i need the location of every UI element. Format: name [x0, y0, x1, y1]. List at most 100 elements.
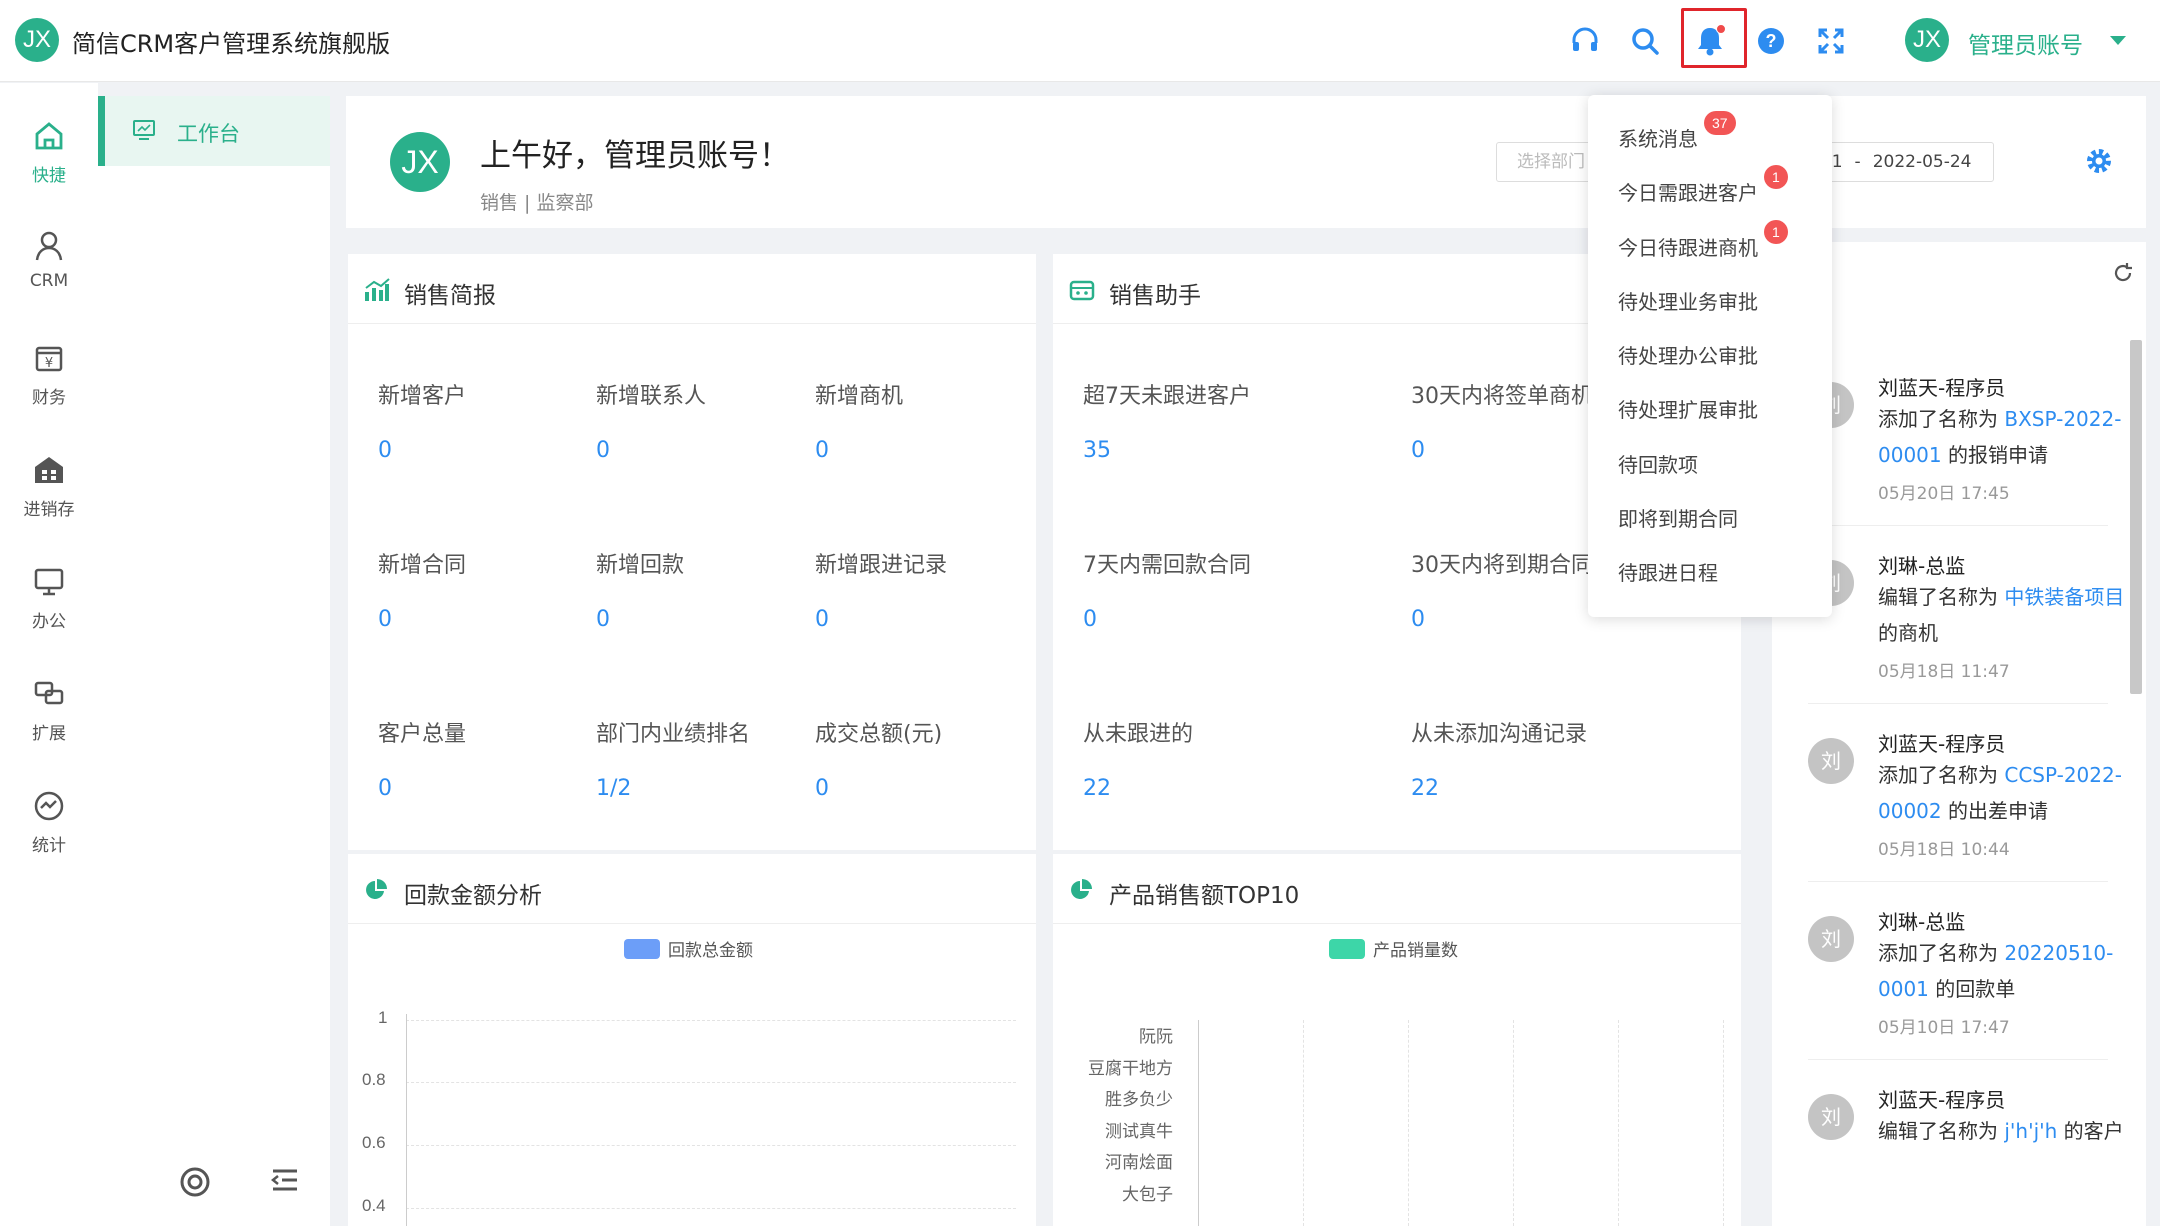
activity-body: 刘蓝天-程序员 编辑了名称为 j'h'j'h 的客户	[1878, 1084, 2128, 1155]
activity-link[interactable]: j'h'j'h	[2004, 1119, 2057, 1143]
nav-item-crm[interactable]: CRM	[0, 229, 98, 329]
stat-value[interactable]: 22	[1083, 776, 1193, 801]
help-icon[interactable]: ?	[1752, 22, 1790, 60]
stat-label: 30天内将签单商机	[1411, 384, 1593, 409]
nav-item-extend[interactable]: 扩展	[0, 677, 98, 777]
stat-no-communication[interactable]: 从未添加沟通记录 22	[1411, 716, 1587, 801]
notification-label: 系统消息	[1618, 127, 1698, 151]
stat-value[interactable]: 35	[1083, 438, 1251, 463]
user-avatar[interactable]: JX	[1905, 18, 1949, 62]
stat-never-followed[interactable]: 从未跟进的 22	[1083, 716, 1193, 801]
notification-expiring-contracts[interactable]: 即将到期合同	[1618, 503, 1738, 532]
stat-label: 超7天未跟进客户	[1083, 384, 1251, 409]
nav-item-finance[interactable]: ¥ 财务	[0, 341, 98, 441]
stat-30day-expiring[interactable]: 30天内将到期合同 0	[1411, 547, 1593, 632]
stat-new-contracts[interactable]: 新增合同 0	[378, 547, 466, 632]
stat-label: 客户总量	[378, 722, 467, 747]
stat-7day-payment[interactable]: 7天内需回款合同 0	[1083, 547, 1251, 632]
notification-business-approval[interactable]: 待处理业务审批	[1618, 286, 1758, 315]
svg-text:¥: ¥	[45, 356, 53, 371]
card-title: 销售简报	[404, 283, 496, 309]
stat-value[interactable]: 0	[1411, 607, 1593, 632]
card-title: 产品销售额TOP10	[1109, 883, 1300, 909]
notification-today-customers[interactable]: 今日需跟进客户 1	[1618, 165, 1788, 206]
stat-label: 从未添加沟通记录	[1411, 722, 1588, 747]
notification-pending-schedule[interactable]: 待跟进日程	[1618, 557, 1718, 586]
activity-time: 05月18日 10:44	[1878, 840, 2010, 860]
stat-total-deals[interactable]: 成交总额(元) 0	[815, 716, 942, 801]
stat-new-customers[interactable]: 新增客户 0	[378, 378, 466, 463]
category-label: 胜多负少	[1105, 1090, 1173, 1110]
nav-label: 扩展	[32, 724, 66, 744]
refresh-icon[interactable]	[2112, 262, 2134, 288]
stat-value[interactable]: 0	[815, 776, 942, 801]
stat-new-followups[interactable]: 新增跟进记录 0	[815, 547, 947, 632]
user-icon	[35, 231, 63, 261]
stat-value[interactable]: 1/2	[596, 776, 750, 801]
home-icon	[35, 122, 63, 150]
subnav-item-workbench[interactable]: 工作台	[98, 96, 330, 166]
nav-item-office[interactable]: 办公	[0, 565, 98, 665]
category-label: 豆腐干地方	[1088, 1059, 1173, 1079]
stat-dept-ranking[interactable]: 部门内业绩排名 1/2	[596, 716, 750, 801]
activity-text: 编辑了名称为 中铁装备项目 的商机	[1878, 579, 2128, 651]
activity-action: 添加了名称为	[1878, 407, 2005, 431]
stat-value[interactable]: 0	[596, 607, 684, 632]
collapse-menu-icon[interactable]	[270, 1165, 300, 1199]
chevron-down-icon[interactable]	[2110, 36, 2126, 45]
stat-value[interactable]: 0	[378, 438, 466, 463]
fullscreen-icon[interactable]	[1812, 22, 1850, 60]
grid-line	[406, 1082, 1016, 1083]
notification-today-opportunities[interactable]: 今日待跟进商机 1	[1618, 220, 1788, 261]
finance-icon: ¥	[35, 346, 63, 372]
stat-30day-signing[interactable]: 30天内将签单商机 0	[1411, 378, 1593, 463]
notification-pending-payments[interactable]: 待回款项	[1618, 449, 1698, 478]
avatar: 刘	[1808, 738, 1854, 784]
stat-total-customers[interactable]: 客户总量 0	[378, 716, 466, 801]
divider	[1808, 525, 2108, 526]
stat-value[interactable]: 0	[1411, 438, 1593, 463]
notification-label: 今日待跟进商机	[1618, 236, 1758, 260]
stat-value[interactable]: 0	[378, 776, 466, 801]
notification-extend-approval[interactable]: 待处理扩展审批	[1618, 394, 1758, 423]
nav-label: 统计	[32, 836, 66, 856]
activity-scrollbar[interactable]	[2130, 340, 2142, 694]
chart-legend[interactable]: 回款总金额	[624, 936, 753, 961]
legend-label: 回款总金额	[668, 941, 753, 961]
stat-value[interactable]: 0	[815, 607, 947, 632]
stat-label: 新增商机	[815, 384, 904, 409]
nav-item-stats[interactable]: 统计	[0, 789, 98, 889]
stat-new-payments[interactable]: 新增回款 0	[596, 547, 684, 632]
stat-new-contacts[interactable]: 新增联系人 0	[596, 378, 706, 463]
nav-item-shortcut[interactable]: 快捷	[0, 119, 98, 219]
category-label: 测试真牛	[1105, 1122, 1173, 1142]
stat-value[interactable]: 0	[378, 607, 466, 632]
nav-label: 办公	[32, 612, 66, 632]
stat-value[interactable]: 0	[596, 438, 706, 463]
stat-label: 新增回款	[596, 553, 685, 578]
stat-7day-no-followup[interactable]: 超7天未跟进客户 35	[1083, 378, 1251, 463]
chart-legend[interactable]: 产品销量数	[1329, 936, 1458, 961]
stat-label: 7天内需回款合同	[1083, 553, 1251, 578]
nav-item-inventory[interactable]: 进销存	[0, 453, 98, 553]
stat-value[interactable]: 0	[1083, 607, 1251, 632]
notification-system-messages[interactable]: 系统消息 37	[1618, 111, 1736, 152]
activity-link[interactable]: 中铁装备项目	[2004, 585, 2124, 609]
count-badge: 37	[1704, 111, 1736, 135]
notification-label: 待处理业务审批	[1618, 290, 1758, 314]
user-name[interactable]: 管理员账号	[1968, 26, 2083, 60]
nav-label: 快捷	[32, 166, 66, 186]
stat-new-opportunities[interactable]: 新增商机 0	[815, 378, 903, 463]
notification-office-approval[interactable]: 待处理办公审批	[1618, 340, 1758, 369]
settings-circle-icon[interactable]	[178, 1165, 212, 1203]
gear-icon[interactable]	[2084, 146, 2114, 180]
stat-value[interactable]: 0	[815, 438, 903, 463]
headset-icon[interactable]	[1566, 22, 1604, 60]
y-axis	[1198, 1020, 1199, 1226]
activity-time: 05月10日 17:47	[1878, 1018, 2010, 1038]
divider	[1808, 703, 2108, 704]
stat-value[interactable]: 22	[1411, 776, 1587, 801]
activity-user: 刘琳-总监	[1878, 910, 1966, 934]
search-icon[interactable]	[1626, 22, 1664, 60]
grid-line	[406, 1145, 1016, 1146]
